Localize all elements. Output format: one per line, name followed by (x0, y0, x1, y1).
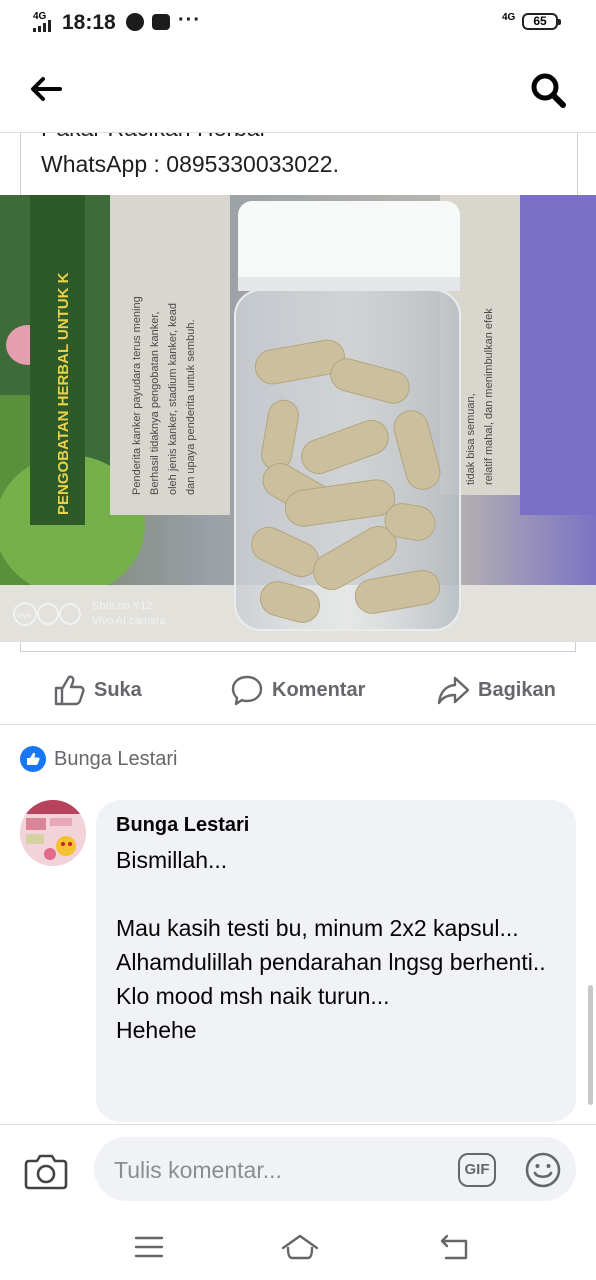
comment-composer: GIF (0, 1124, 596, 1217)
youtube-icon (152, 14, 170, 30)
camera-icon[interactable] (24, 1149, 68, 1191)
share-label: Bagikan (478, 678, 556, 701)
book-side-text: PENGOBATAN HERBAL UNTUK K (55, 272, 72, 515)
book-right-line-2: relatif mahal, dan menimbulkan efek (483, 308, 495, 485)
like-button[interactable]: Suka (52, 660, 142, 720)
reaction-summary[interactable]: Bunga Lestari (20, 744, 177, 774)
comment-button[interactable]: Komentar (230, 660, 365, 720)
more-notifications-icon: ··· (178, 9, 201, 31)
comment-input[interactable] (112, 1151, 436, 1189)
share-button[interactable]: Bagikan (436, 660, 556, 720)
photo-illustration: PENGOBATAN HERBAL UNTUK K Penderita kank… (0, 195, 596, 642)
gif-button[interactable]: GIF (458, 1153, 496, 1187)
status-bar: 4G 18:18 ··· 4G 65 (0, 0, 596, 46)
post-text: Pakar Racikan Herbal WhatsApp : 08953300… (20, 133, 578, 195)
top-app-bar (0, 46, 596, 133)
post-action-bar: Suka Komentar Bagikan (0, 660, 596, 725)
emoji-icon[interactable] (524, 1151, 562, 1189)
share-icon (437, 676, 470, 705)
comment-input-container: GIF (94, 1137, 576, 1201)
watermark-badge: vivo (17, 613, 31, 620)
post-text-cut-line: Pakar Racikan Herbal (41, 133, 265, 142)
like-label: Suka (94, 678, 142, 701)
home-icon[interactable] (280, 1230, 320, 1264)
back-icon[interactable] (438, 1230, 472, 1264)
menu-icon[interactable] (132, 1230, 166, 1264)
photo-frame (20, 642, 576, 652)
watermark-line-2: Vivo AI camera (92, 615, 167, 627)
comment-bubble: Bunga Lestari Bismillah... Mau kasih tes… (96, 800, 576, 1122)
comment-author[interactable]: Bunga Lestari (116, 814, 556, 837)
like-reaction-icon (20, 746, 46, 772)
book-paragraph-line-2: Berhasil tidaknya pengobatan kanker, (149, 312, 161, 495)
book-paragraph-line-3: oleh jenis kanker, stadium kanker, kead (167, 303, 179, 495)
system-nav-bar (0, 1216, 596, 1280)
scrollbar[interactable] (588, 985, 593, 1105)
book-right-line-1: tidak bisa semuan, (465, 393, 477, 485)
search-icon[interactable] (528, 70, 568, 110)
battery-icon: 65 (522, 13, 561, 30)
notification-icon (126, 13, 144, 31)
comment-body: Bismillah... Mau kasih testi bu, minum 2… (116, 847, 546, 1043)
comment-label: Komentar (272, 678, 366, 701)
status-time: 18:18 (62, 11, 116, 34)
book-paragraph-line-4: dan upaya penderita untuk sembuh. (185, 319, 197, 495)
signal-icon (33, 20, 51, 32)
post-photo[interactable]: PENGOBATAN HERBAL UNTUK K Penderita kank… (0, 195, 596, 642)
back-arrow-icon[interactable] (28, 74, 64, 104)
reaction-name: Bunga Lestari (54, 747, 178, 770)
post-whatsapp-line: WhatsApp : 0895330033022. (41, 151, 339, 177)
like-icon (54, 675, 85, 706)
network-indicator-right: 4G (502, 12, 516, 23)
watermark-line-1: Shot on Y12 (92, 600, 152, 612)
book-paragraph-line-1: Penderita kanker payudara terus mening (131, 296, 143, 495)
comment-icon (231, 675, 263, 706)
commenter-avatar[interactable] (20, 800, 86, 866)
